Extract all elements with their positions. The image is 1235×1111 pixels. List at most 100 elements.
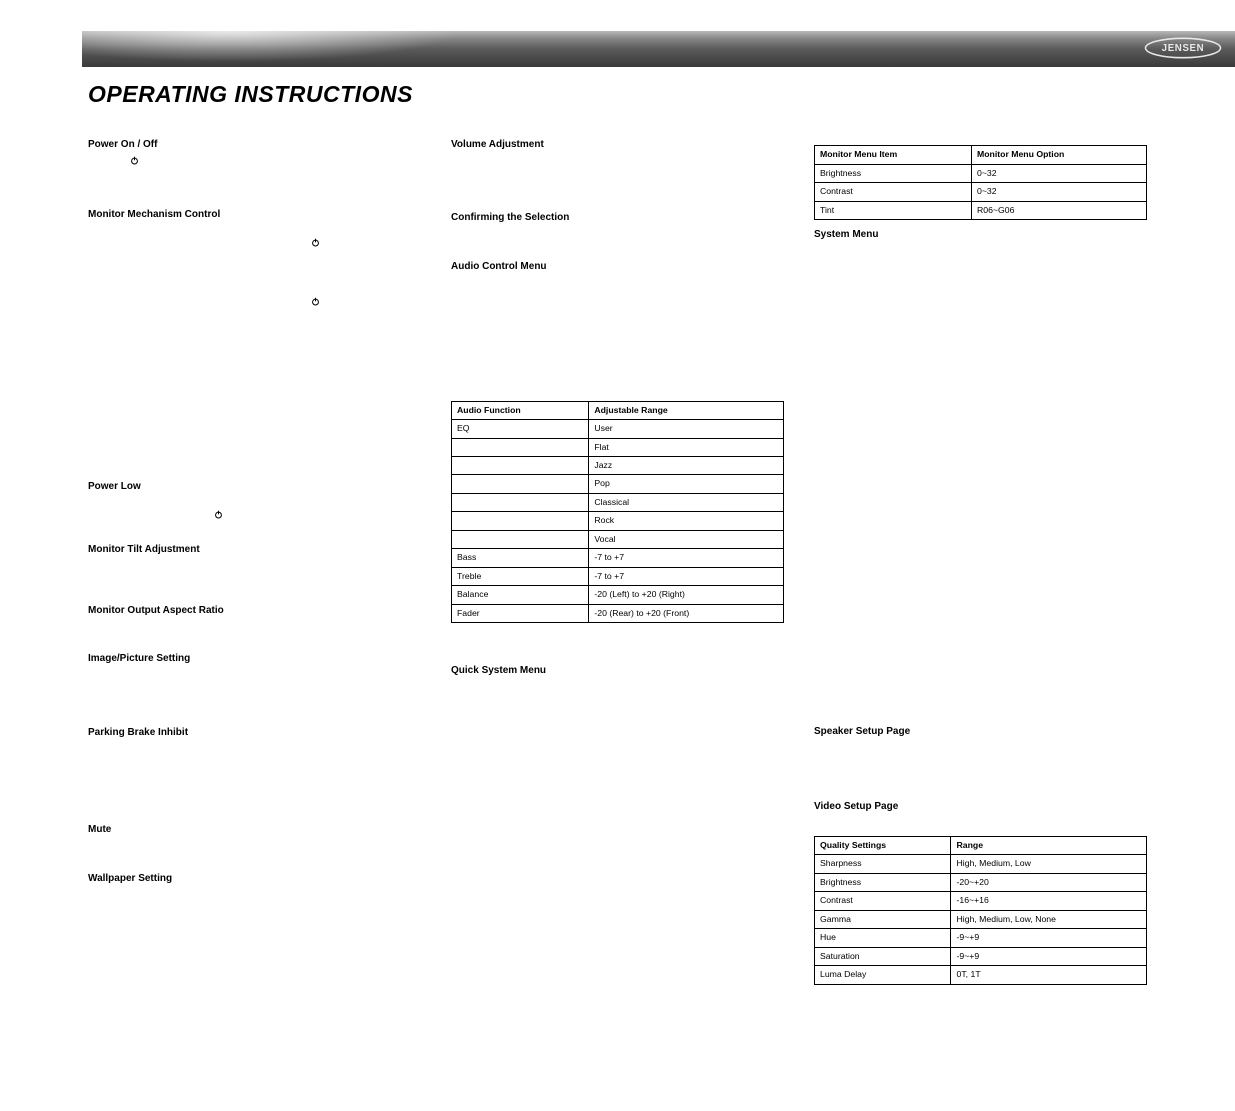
p-power-low: The unit will automatically turn off whe…	[88, 496, 421, 535]
p-mute: Press the main unit or remote control MU…	[88, 840, 421, 865]
p-output: Press the DISP/WIDE button (2) on the re…	[88, 620, 421, 645]
p-mon-auto: Monitor Auto Open The "TFT Auto Open" fe…	[88, 328, 421, 365]
power-icon	[311, 238, 320, 250]
table-cell: Gamma	[815, 910, 951, 928]
table-cell: Brightness	[815, 873, 951, 891]
p-image: Press and hold the PIC button (11) to ac…	[88, 669, 421, 718]
table-cell: -7 to +7	[589, 567, 784, 585]
table-row: Jazz	[452, 457, 784, 475]
p-sm-angle: Angle Mark: If the disc supports multipl…	[814, 477, 1147, 502]
p-power-2: You may also press any other button on t…	[88, 188, 421, 200]
p-wp-note: NOTE: After loading an image, it cannot …	[88, 1028, 421, 1053]
h-video: Video Setup Page	[814, 800, 1147, 813]
table-cell: Vocal	[589, 530, 784, 548]
table-cell	[452, 438, 589, 456]
table-cell: User	[589, 420, 784, 438]
table-row: GammaHigh, Medium, Low, None	[815, 910, 1147, 928]
li-tv2: Normal/LB: When a standard image is disp…	[814, 395, 1147, 420]
table-cell: 0T, 1T	[951, 966, 1147, 984]
p-sm-osd: OSD Lang: Choose English, German, French…	[814, 509, 1147, 534]
power-icon	[214, 510, 223, 522]
table-cell: Treble	[452, 567, 589, 585]
table-cell: -20 (Rear) to +20 (Front)	[589, 604, 784, 622]
p-tilt: The "In" and "Out" screen tilt can be ad…	[88, 559, 421, 596]
table-cell: Classical	[589, 493, 784, 511]
h-quickmenu: Quick System Menu	[451, 664, 784, 677]
p-sm-lt: Last Memory: If Last Memory is ON, playb…	[814, 591, 1147, 616]
table-picture-caption: Table 1: Picture Menu	[814, 130, 1147, 142]
p-sm-gen: General Setup Page	[814, 325, 1147, 337]
li-auto-off: Off: The monitor will not automatically …	[88, 416, 421, 441]
p-sm-ta: RDS TA Vol: Set the RDS TA volume (0-40)…	[814, 642, 1147, 654]
li-wp6: 6. Navigate to GENERAL SETUP PAGE > WALL…	[88, 1079, 421, 1104]
table-cell: Saturation	[815, 947, 951, 965]
table-row: TintR06~G06	[815, 201, 1147, 219]
table-cell: High, Medium, Low	[951, 855, 1147, 873]
li-sp2: Stereo: The sound is in stereo.	[814, 780, 1147, 792]
li-wp5: 5. If desired, use the same steps above …	[88, 1060, 421, 1072]
header-banner: JENSEN	[82, 31, 1235, 67]
table-cell: Contrast	[815, 892, 951, 910]
th: Monitor Menu Item	[815, 146, 972, 164]
p-audio-note: NOTE: The EQ mode will automatically cha…	[451, 631, 784, 656]
table-row: Balance-20 (Left) to +20 (Right)	[452, 586, 784, 604]
p-sm-load: Load Wallpaper: Load custom wallpaper ba…	[814, 693, 1147, 718]
table-cell: Rock	[589, 512, 784, 530]
table-cell: -20 (Left) to +20 (Right)	[589, 586, 784, 604]
table-row: Vocal	[452, 530, 784, 548]
table-cell: 0~32	[971, 183, 1146, 201]
power-icon	[311, 297, 320, 309]
p-quickmenu: The Quick System Menu allows quick acces…	[451, 680, 784, 778]
table-video: Quality Settings Range SharpnessHigh, Me…	[814, 836, 1147, 985]
svg-text:JENSEN: JENSEN	[1162, 43, 1205, 54]
table-cell: -16~+16	[951, 892, 1147, 910]
h-monitor: Monitor Mechanism Control	[88, 208, 421, 221]
table-cell: Fader	[452, 604, 589, 622]
p-wallpaper2: To load a wallpaper, perform the followi…	[88, 920, 421, 932]
p-wallpaper: The unit supports a customizable wallpap…	[88, 888, 421, 913]
table-cell: High, Medium, Low, None	[951, 910, 1147, 928]
table-row: Rock	[452, 512, 784, 530]
h-park: Parking Brake Inhibit	[88, 726, 421, 739]
table-row: Treble-7 to +7	[452, 567, 784, 585]
table-picture: Monitor Menu Item Monitor Menu Option Br…	[814, 145, 1147, 220]
li-tv3: Wide: When a wide image is displayed on …	[814, 427, 1147, 452]
li-wp3: 3. Choose one of the 6 storage locations…	[88, 990, 421, 1002]
columns: Power On / Off Press the power button (1…	[88, 130, 1147, 1111]
table-cell: Hue	[815, 929, 951, 947]
table-cell	[452, 457, 589, 475]
p-mon-close: Closing the TFT Monitor Press the OPEN b…	[88, 282, 421, 321]
table-cell	[452, 530, 589, 548]
table-cell: Jazz	[589, 457, 784, 475]
p-audio: The Audio Control feature allows you to …	[451, 276, 784, 325]
column-3: Table 1: Picture Menu Monitor Menu Item …	[814, 130, 1147, 1111]
li-sp1: LT/RT: Mix to left/right output.	[814, 761, 1147, 773]
h-systemmenu: System Menu	[814, 228, 1147, 241]
table-cell: Brightness	[815, 164, 972, 182]
table-row: Saturation-9~+9	[815, 947, 1147, 965]
table-cell: Sharpness	[815, 855, 951, 873]
h-power-low: Power Low	[88, 480, 421, 493]
table-cell: -7 to +7	[589, 549, 784, 567]
p-quickmenu-note: NOTE: Adjustments to the Picture menu wi…	[451, 785, 784, 810]
table-cell	[452, 475, 589, 493]
h-confirm: Confirming the Selection	[451, 211, 784, 224]
table-cell: Luma Delay	[815, 966, 951, 984]
li-tv1: Normal/PS: When a standard image is disp…	[814, 364, 1147, 389]
h-tilt: Monitor Tilt Adjustment	[88, 543, 421, 556]
table-row: SharpnessHigh, Medium, Low	[815, 855, 1147, 873]
table-row: Brightness0~32	[815, 164, 1147, 182]
table-cell: Pop	[589, 475, 784, 493]
p-video: Select a feature in the Quality sub-menu…	[814, 817, 1147, 829]
p-mon-open: Opening the TFT Monitor Press the OPEN b…	[88, 224, 421, 275]
table-audio-wrap: Audio Function Adjustable Range EQUserFl…	[451, 401, 784, 624]
th: Monitor Menu Option	[971, 146, 1146, 164]
table-row: Contrast0~32	[815, 183, 1147, 201]
table-row: Classical	[452, 493, 784, 511]
table-row: EQUser	[452, 420, 784, 438]
table-row: Pop	[452, 475, 784, 493]
table-cell: Tint	[815, 201, 972, 219]
table-cell: -9~+9	[951, 947, 1147, 965]
table-video-wrap: Quality Settings Range SharpnessHigh, Me…	[814, 836, 1147, 985]
table-audio: Audio Function Adjustable Range EQUserFl…	[451, 401, 784, 624]
